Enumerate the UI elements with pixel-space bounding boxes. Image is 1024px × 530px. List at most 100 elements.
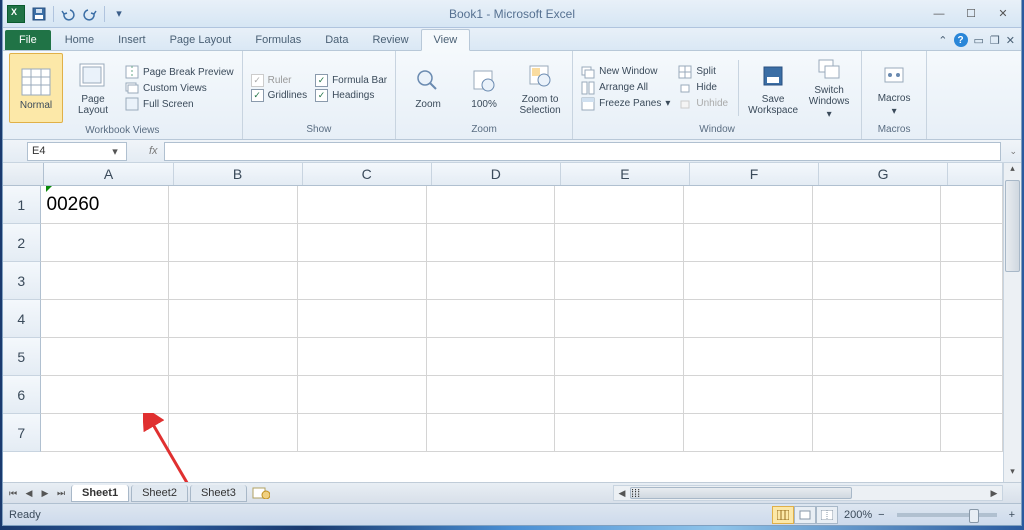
cell[interactable] <box>41 338 170 376</box>
tab-page-layout[interactable]: Page Layout <box>158 30 244 50</box>
close-button[interactable]: ✕ <box>989 5 1017 22</box>
fx-icon[interactable]: fx <box>149 145 158 157</box>
cell[interactable] <box>298 186 427 224</box>
page-break-preview-button[interactable]: Page Break Preview <box>125 65 234 79</box>
tab-insert[interactable]: Insert <box>106 30 158 50</box>
cell[interactable] <box>169 224 298 262</box>
tab-formulas[interactable]: Formulas <box>243 30 313 50</box>
cell[interactable] <box>813 376 942 414</box>
cell[interactable] <box>298 224 427 262</box>
column-header[interactable]: C <box>303 163 432 185</box>
sheet-tab[interactable]: Sheet1 <box>71 485 129 502</box>
cell[interactable] <box>427 186 556 224</box>
full-screen-button[interactable]: Full Screen <box>125 97 234 111</box>
vertical-scrollbar[interactable]: ▴ ▾ <box>1003 163 1021 482</box>
save-workspace-button[interactable]: Save Workspace <box>747 54 799 122</box>
column-header[interactable]: D <box>432 163 561 185</box>
cell[interactable] <box>427 224 556 262</box>
gridlines-checkbox[interactable]: ✓Gridlines <box>251 89 307 102</box>
cell[interactable] <box>298 300 427 338</box>
zoom-selection-button[interactable]: Zoom to Selection <box>514 54 566 122</box>
cell[interactable] <box>41 300 170 338</box>
row-header[interactable]: 7 <box>3 414 41 452</box>
cell[interactable] <box>169 300 298 338</box>
column-header[interactable]: E <box>561 163 690 185</box>
freeze-panes-button[interactable]: Freeze Panes ▾ <box>581 97 670 111</box>
help-icon[interactable]: ? <box>954 33 968 47</box>
horizontal-scrollbar[interactable]: ◀ ⁞⁞⁞ ▶ <box>613 485 1003 501</box>
zoom-slider-thumb[interactable] <box>969 509 979 523</box>
row-header[interactable]: 2 <box>3 224 41 262</box>
cell[interactable] <box>813 186 942 224</box>
formula-bar-checkbox[interactable]: ✓Formula Bar <box>315 74 387 87</box>
row-header[interactable]: 1 <box>3 186 41 224</box>
tab-review[interactable]: Review <box>360 30 420 50</box>
new-sheet-icon[interactable] <box>251 486 271 500</box>
cell[interactable] <box>427 414 556 452</box>
maximize-button[interactable]: ☐ <box>957 5 985 22</box>
cell[interactable] <box>684 300 813 338</box>
cell[interactable] <box>41 414 170 452</box>
tab-home[interactable]: Home <box>53 30 106 50</box>
scroll-thumb[interactable]: ⁞⁞⁞ <box>630 487 852 499</box>
cell[interactable] <box>941 376 1003 414</box>
cell[interactable] <box>427 376 556 414</box>
cell[interactable] <box>169 414 298 452</box>
page-layout-view-icon[interactable] <box>794 506 816 524</box>
custom-views-button[interactable]: Custom Views <box>125 81 234 95</box>
row-header[interactable]: 4 <box>3 300 41 338</box>
macros-button[interactable]: Macros ▾ <box>868 54 920 122</box>
scroll-right-icon[interactable]: ▶ <box>986 486 1002 500</box>
tab-view[interactable]: View <box>421 29 471 51</box>
cell[interactable] <box>41 224 170 262</box>
sheet-nav-prev-icon[interactable]: ◀ <box>21 485 37 501</box>
cell[interactable] <box>684 186 813 224</box>
normal-view-icon[interactable] <box>772 506 794 524</box>
zoom-out-icon[interactable]: − <box>878 509 884 521</box>
cell[interactable] <box>169 186 298 224</box>
cell[interactable] <box>298 376 427 414</box>
cell[interactable] <box>941 186 1003 224</box>
cell[interactable] <box>555 262 684 300</box>
row-header[interactable]: 3 <box>3 262 41 300</box>
column-header[interactable]: A <box>44 163 173 185</box>
cell[interactable] <box>555 186 684 224</box>
cell[interactable] <box>941 262 1003 300</box>
column-header[interactable]: B <box>174 163 303 185</box>
cell[interactable] <box>427 300 556 338</box>
cell-a1[interactable]: 00260 <box>41 186 170 224</box>
scroll-up-icon[interactable]: ▴ <box>1004 163 1021 179</box>
cell[interactable] <box>684 376 813 414</box>
row-header[interactable]: 5 <box>3 338 41 376</box>
cell[interactable] <box>813 300 942 338</box>
mdi-minimize-icon[interactable]: ▭ <box>974 34 984 47</box>
undo-icon[interactable] <box>58 4 78 24</box>
cell[interactable] <box>555 376 684 414</box>
cell[interactable] <box>813 262 942 300</box>
save-icon[interactable] <box>29 4 49 24</box>
scroll-thumb[interactable] <box>1005 180 1020 272</box>
file-tab[interactable]: File <box>5 30 51 50</box>
zoom-slider[interactable] <box>897 513 997 517</box>
cell[interactable] <box>941 338 1003 376</box>
sheet-nav-first-icon[interactable]: ⏮ <box>5 485 21 501</box>
normal-view-button[interactable]: Normal <box>9 53 63 123</box>
sheet-tab[interactable]: Sheet2 <box>131 485 188 502</box>
cell[interactable] <box>813 224 942 262</box>
minimize-button[interactable]: — <box>925 5 953 22</box>
scroll-left-icon[interactable]: ◀ <box>614 486 630 500</box>
redo-icon[interactable] <box>80 4 100 24</box>
headings-checkbox[interactable]: ✓Headings <box>315 89 387 102</box>
name-box[interactable]: E4▾ <box>27 142 127 161</box>
zoom-100-button[interactable]: 100% <box>458 54 510 122</box>
select-all-corner[interactable] <box>3 163 44 185</box>
column-header[interactable]: F <box>690 163 819 185</box>
expand-formula-bar-icon[interactable]: ⌄ <box>1009 146 1017 157</box>
hide-button[interactable]: Hide <box>678 81 728 95</box>
column-header[interactable]: G <box>819 163 948 185</box>
cell[interactable] <box>555 224 684 262</box>
new-window-button[interactable]: New Window <box>581 65 670 79</box>
chevron-down-icon[interactable]: ▾ <box>108 145 122 158</box>
qat-customize-icon[interactable]: ▾ <box>109 4 129 24</box>
mdi-restore-icon[interactable]: ❐ <box>990 34 1000 47</box>
